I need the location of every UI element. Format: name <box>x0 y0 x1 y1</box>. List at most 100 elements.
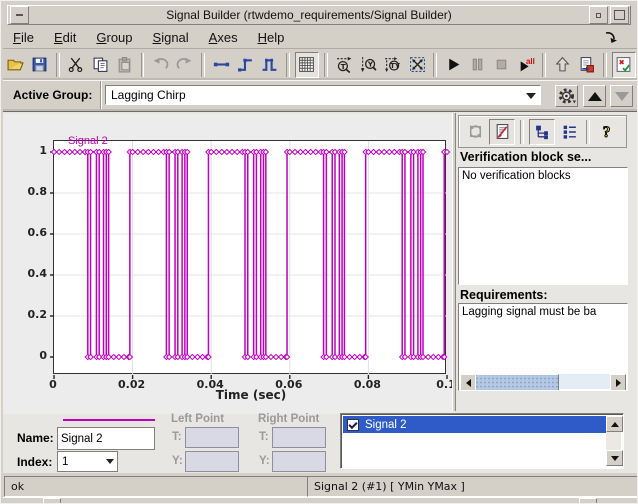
menu-signal[interactable]: Signal <box>143 28 199 47</box>
send-to-workspace-button[interactable] <box>576 53 598 77</box>
minimize-button[interactable] <box>589 6 608 24</box>
left-y-label: Y: <box>172 455 183 467</box>
y-tick-label: 0.4 <box>27 267 48 280</box>
start-simulation-button[interactable] <box>442 53 464 77</box>
resize-grip[interactable] <box>579 498 597 503</box>
redo-button <box>174 53 196 77</box>
pulse-signal-button[interactable] <box>259 53 281 77</box>
menu-help[interactable]: Help <box>248 28 295 47</box>
index-label: Index: <box>17 455 53 469</box>
left-t-input <box>185 427 239 448</box>
toolbar-separator <box>140 52 145 77</box>
step-signal-button[interactable] <box>234 53 256 77</box>
y-tick-label: 1 <box>39 144 47 157</box>
play-icon <box>448 58 460 71</box>
name-label: Name: <box>17 431 54 445</box>
copy-button[interactable] <box>89 53 111 77</box>
dock-arrow-icon[interactable] <box>603 29 619 45</box>
triangle-left-icon <box>465 378 471 387</box>
verification-text: No verification blocks <box>462 170 571 182</box>
scroll-down-button[interactable] <box>606 450 623 466</box>
signal-listbox[interactable]: Signal 2 <box>340 413 624 469</box>
signal-plot[interactable]: Signal 2 <box>50 135 451 379</box>
status-selection: Signal 2 (#1) [ YMin YMax ] <box>307 476 637 497</box>
up-to-parent-button[interactable] <box>551 53 573 77</box>
scroll-right-button[interactable] <box>610 374 626 390</box>
folder-open-icon <box>6 59 24 71</box>
zoom-ty-button[interactable]: TY <box>382 53 404 77</box>
list-view-button[interactable] <box>557 120 581 144</box>
active-group-select[interactable]: Lagging Chirp <box>105 85 541 105</box>
zoom-time-button[interactable]: T <box>333 53 355 77</box>
zoom-y-button[interactable]: Y <box>357 53 379 77</box>
scissors-icon <box>68 57 83 73</box>
requirements-list[interactable]: Lagging signal must be ba <box>458 303 628 391</box>
index-select[interactable]: 1 <box>57 451 118 472</box>
toolbar-separator <box>324 52 328 77</box>
y-tick-label: 0.2 <box>27 308 48 321</box>
menu-group[interactable]: Group <box>86 28 142 47</box>
save-button[interactable] <box>28 53 50 77</box>
signal-color-swatch <box>63 419 155 421</box>
svg-text:TY: TY <box>390 61 401 70</box>
grid-toggle-button[interactable] <box>294 51 320 78</box>
resize-grip[interactable] <box>43 498 61 503</box>
run-verification-icon <box>469 125 481 138</box>
hscroll-thumb[interactable] <box>475 374 559 390</box>
run-verification-button <box>463 120 487 144</box>
menu-axes[interactable]: Axes <box>199 28 248 47</box>
right-t-label: T: <box>259 431 269 443</box>
name-input[interactable] <box>57 427 155 450</box>
requirements-hscrollbar[interactable] <box>460 374 626 390</box>
requirements-display-button[interactable] <box>611 51 637 78</box>
zoom-ty-icon: TY <box>385 57 401 72</box>
signal-checkbox[interactable] <box>347 418 359 431</box>
line-segment-button[interactable] <box>210 53 232 77</box>
signal-list-vscrollbar[interactable] <box>606 416 623 466</box>
signal-waveform <box>50 141 451 379</box>
svg-text:all: all <box>526 57 535 66</box>
tree-view-button[interactable] <box>529 118 555 145</box>
triangle-down-icon <box>610 455 619 461</box>
zoom-fit-button[interactable] <box>406 53 428 77</box>
left-y-input <box>185 451 239 472</box>
menu-bar: File Edit Group Signal Axes Help <box>3 27 637 49</box>
x-tick-label: 0 <box>49 378 57 391</box>
move-group-up-button[interactable] <box>583 85 606 107</box>
status-bar: ok Signal 2 (#1) [ YMin YMax ] <box>1 473 637 497</box>
y-tick-label: 0.8 <box>27 185 48 198</box>
left-point-header: Left Point <box>171 413 225 425</box>
signal-list-item[interactable]: Signal 2 <box>343 416 606 433</box>
stop-simulation-button <box>491 53 513 77</box>
active-group-label: Active Group: <box>5 81 101 109</box>
right-point-header: Right Point <box>258 413 320 425</box>
chevron-down-icon <box>106 459 114 464</box>
requirements-text: Lagging signal must be ba <box>462 306 597 318</box>
window-bottom-edge <box>3 497 637 503</box>
toolbar-separator <box>433 52 438 77</box>
maximize-button[interactable] <box>610 6 629 24</box>
step-icon <box>237 58 252 72</box>
cut-button[interactable] <box>65 53 87 77</box>
menu-edit[interactable]: Edit <box>44 28 86 47</box>
triangle-up-icon <box>587 91 602 101</box>
requirements-doc-button[interactable] <box>489 118 515 145</box>
scroll-left-button[interactable] <box>460 374 476 390</box>
scroll-up-button[interactable] <box>606 416 623 432</box>
x-axis-label: Time (sec) <box>215 388 287 402</box>
run-all-groups-button[interactable]: all <box>515 53 537 77</box>
toolbar-separator <box>520 119 524 144</box>
zoom-y-icon: Y <box>360 57 377 72</box>
open-button[interactable] <box>4 53 26 77</box>
active-group-value: Lagging Chirp <box>111 88 186 102</box>
undo-button <box>149 53 171 77</box>
right-y-label: Y: <box>259 455 270 467</box>
group-options-button[interactable] <box>555 85 578 107</box>
panel-splitter[interactable] <box>452 113 456 411</box>
help-button[interactable]: ? <box>595 120 619 144</box>
title-bar: Signal Builder (rtwdemo_requirements/Sig… <box>7 5 631 25</box>
verification-list[interactable]: No verification blocks <box>458 167 628 285</box>
menu-file[interactable]: File <box>3 28 44 47</box>
window-menu-button[interactable] <box>10 6 29 24</box>
requirements-header: Requirements: <box>460 288 548 302</box>
